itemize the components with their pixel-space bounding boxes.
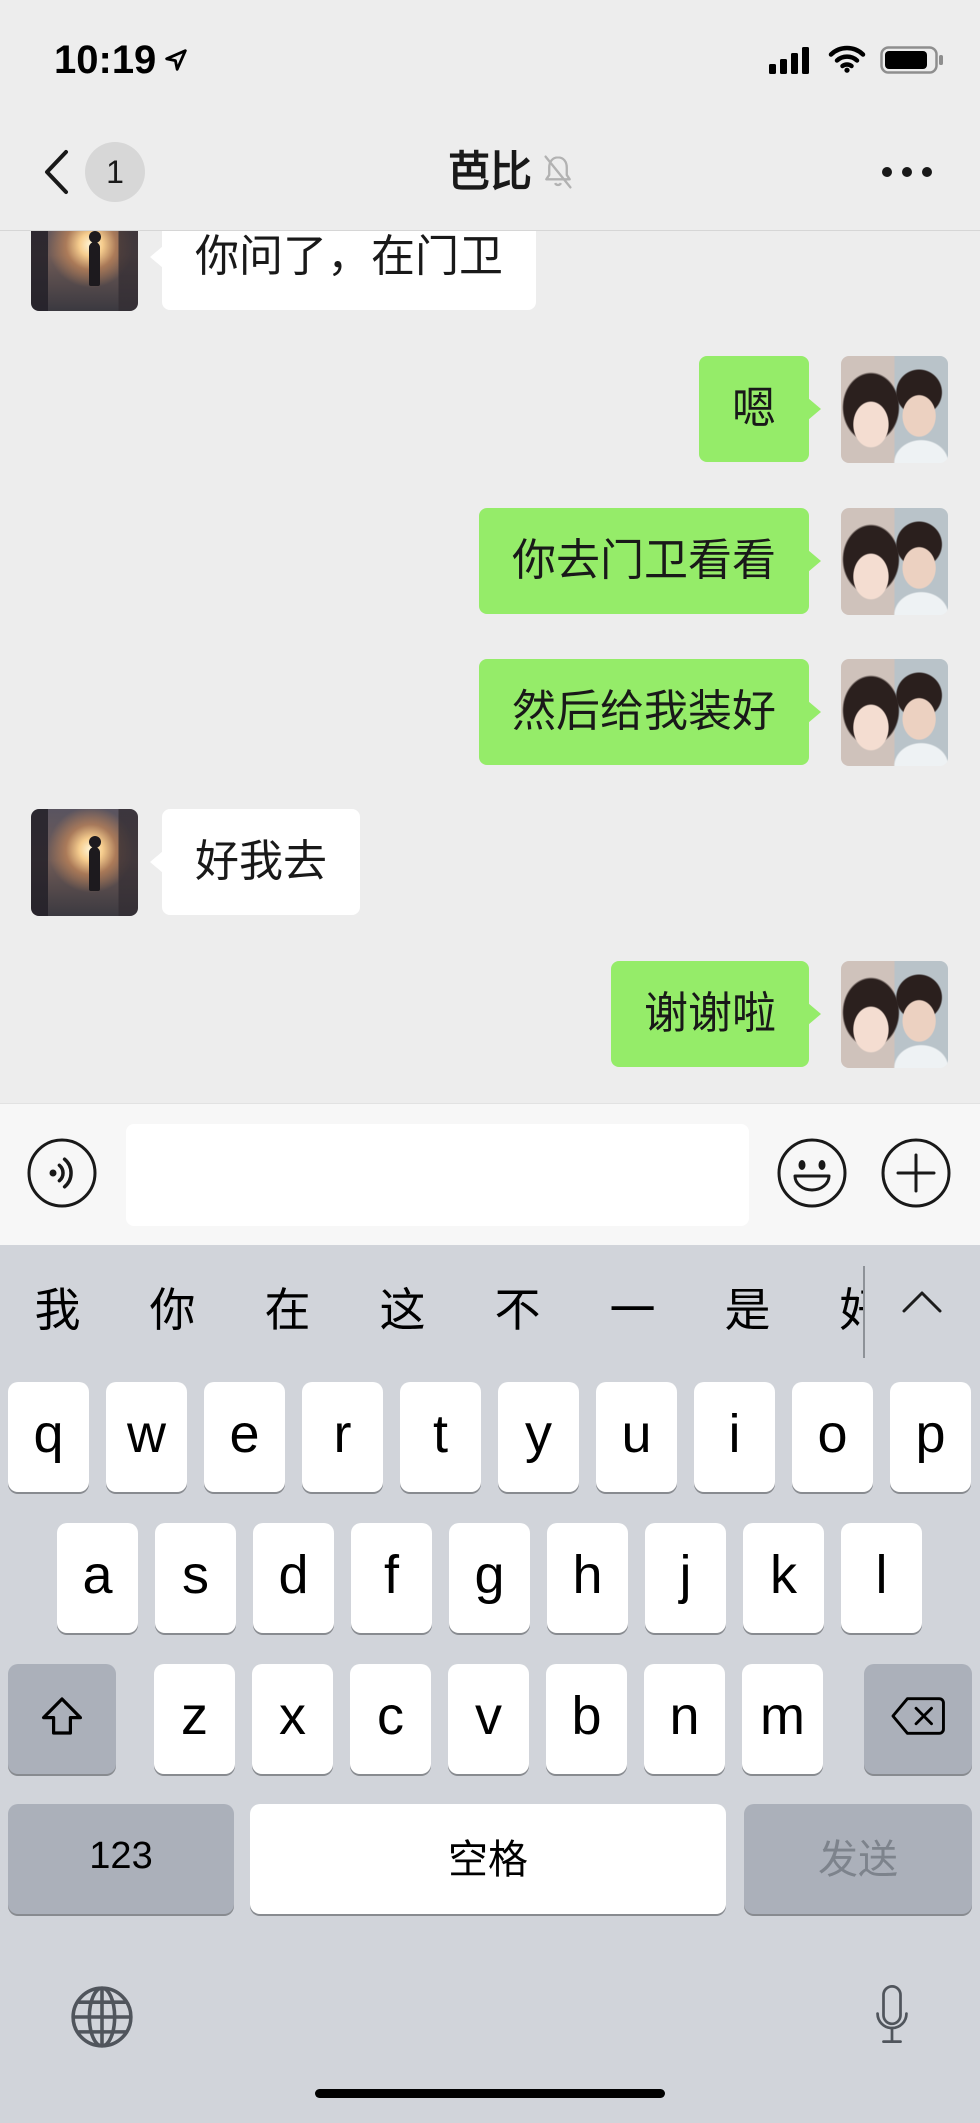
- bell-muted-icon: [540, 153, 576, 191]
- signal-icon: [769, 47, 810, 74]
- key-k[interactable]: k: [743, 1523, 824, 1633]
- chat-title: 芭比: [447, 147, 532, 196]
- key-t[interactable]: t: [400, 1382, 481, 1492]
- outgoing-message-bubble[interactable]: 你去门卫看看: [479, 508, 821, 614]
- candidate-word[interactable]: 我: [0, 1265, 115, 1355]
- message-row: 然后给我装好: [0, 659, 980, 766]
- avatar-photo-figure: [89, 242, 100, 286]
- key-d[interactable]: d: [253, 1523, 334, 1633]
- outgoing-message-bubble[interactable]: 谢谢啦: [611, 961, 821, 1067]
- candidate-bar: 我 你 在 这 不 一 是 好: [0, 1265, 865, 1355]
- message-row: 你去门卫看看: [0, 508, 980, 615]
- message-text: 然后给我装好: [512, 686, 776, 737]
- message-list[interactable]: 你问了，在门卫 嗯 你去门卫看看 然后给我装好 好我去 谢谢啦: [0, 231, 980, 1103]
- message-row: 谢谢啦: [0, 961, 980, 1068]
- incoming-message-bubble[interactable]: 你问了，在门卫: [150, 231, 536, 310]
- message-text: 嗯: [732, 383, 776, 434]
- status-time: 10:19: [54, 38, 157, 82]
- key-z[interactable]: z: [154, 1664, 235, 1774]
- candidate-word[interactable]: 好: [805, 1265, 865, 1355]
- key-r[interactable]: r: [302, 1382, 383, 1492]
- emoji-icon[interactable]: [777, 1138, 847, 1208]
- location-arrow-icon: [162, 46, 190, 74]
- key-q[interactable]: q: [8, 1382, 89, 1492]
- contact-avatar[interactable]: [31, 809, 138, 916]
- my-avatar[interactable]: [841, 508, 948, 615]
- home-indicator[interactable]: [315, 2089, 665, 2098]
- candidate-word[interactable]: 你: [115, 1265, 230, 1355]
- key-h[interactable]: h: [547, 1523, 628, 1633]
- key-f[interactable]: f: [351, 1523, 432, 1633]
- more-dots-icon: [880, 160, 934, 184]
- key-o[interactable]: o: [792, 1382, 873, 1492]
- key-s[interactable]: s: [155, 1523, 236, 1633]
- chevron-up-icon[interactable]: [900, 1289, 944, 1315]
- more-options-button[interactable]: [874, 150, 940, 194]
- message-row: 你问了，在门卫: [0, 231, 980, 311]
- key-v[interactable]: v: [448, 1664, 529, 1774]
- key-m[interactable]: m: [742, 1664, 823, 1774]
- key-row-1: q w e r t y u i o p: [8, 1382, 971, 1492]
- numbers-key[interactable]: 123: [8, 1804, 234, 1914]
- input-bar: [0, 1103, 980, 1245]
- key-j[interactable]: j: [645, 1523, 726, 1633]
- key-e[interactable]: e: [204, 1382, 285, 1492]
- candidate-word[interactable]: 在: [230, 1265, 345, 1355]
- candidate-word[interactable]: 一: [575, 1265, 690, 1355]
- backspace-key[interactable]: [864, 1664, 972, 1774]
- candidate-word[interactable]: 不: [460, 1265, 575, 1355]
- message-row: 嗯: [0, 356, 980, 463]
- shift-icon: [35, 1692, 89, 1740]
- microphone-icon[interactable]: [875, 1984, 909, 2050]
- outgoing-message-bubble[interactable]: 然后给我装好: [479, 659, 821, 765]
- candidate-word[interactable]: 这: [345, 1265, 460, 1355]
- key-a[interactable]: a: [57, 1523, 138, 1633]
- plus-circle-icon[interactable]: [881, 1138, 951, 1208]
- message-row: 好我去: [0, 809, 980, 916]
- key-p[interactable]: p: [890, 1382, 971, 1492]
- my-avatar[interactable]: [841, 356, 948, 463]
- globe-icon[interactable]: [69, 1984, 135, 2050]
- message-input[interactable]: [126, 1124, 749, 1226]
- candidate-word[interactable]: 是: [690, 1265, 805, 1355]
- key-b[interactable]: b: [546, 1664, 627, 1774]
- key-u[interactable]: u: [596, 1382, 677, 1492]
- key-y[interactable]: y: [498, 1382, 579, 1492]
- voice-input-icon[interactable]: [27, 1138, 97, 1208]
- incoming-message-bubble[interactable]: 好我去: [150, 809, 360, 915]
- keyboard: 我 你 在 这 不 一 是 好 q w e r t y u i o p a s …: [0, 1245, 980, 2123]
- key-c[interactable]: c: [350, 1664, 431, 1774]
- key-row-2: a s d f g h j k l: [57, 1523, 922, 1633]
- battery-icon: [880, 46, 944, 74]
- key-i[interactable]: i: [694, 1382, 775, 1492]
- key-n[interactable]: n: [644, 1664, 725, 1774]
- key-x[interactable]: x: [252, 1664, 333, 1774]
- top-bar: 10:19 1 芭比: [0, 0, 980, 231]
- key-l[interactable]: l: [841, 1523, 922, 1633]
- outgoing-message-bubble[interactable]: 嗯: [699, 356, 821, 462]
- candidate-divider: [863, 1266, 865, 1358]
- avatar-photo-figure: [89, 847, 100, 891]
- contact-avatar[interactable]: [31, 231, 138, 311]
- message-text: 你去门卫看看: [512, 535, 776, 586]
- message-text: 你问了，在门卫: [195, 231, 503, 282]
- message-text: 谢谢啦: [644, 988, 776, 1039]
- backspace-icon: [891, 1692, 945, 1740]
- my-avatar[interactable]: [841, 961, 948, 1068]
- space-key[interactable]: 空格: [250, 1804, 726, 1914]
- key-w[interactable]: w: [106, 1382, 187, 1492]
- key-g[interactable]: g: [449, 1523, 530, 1633]
- my-avatar[interactable]: [841, 659, 948, 766]
- wifi-icon: [828, 44, 866, 73]
- send-key[interactable]: 发送: [744, 1804, 972, 1914]
- key-row-3: z x c v b n m: [154, 1664, 823, 1774]
- message-text: 好我去: [195, 836, 327, 887]
- shift-key[interactable]: [8, 1664, 116, 1774]
